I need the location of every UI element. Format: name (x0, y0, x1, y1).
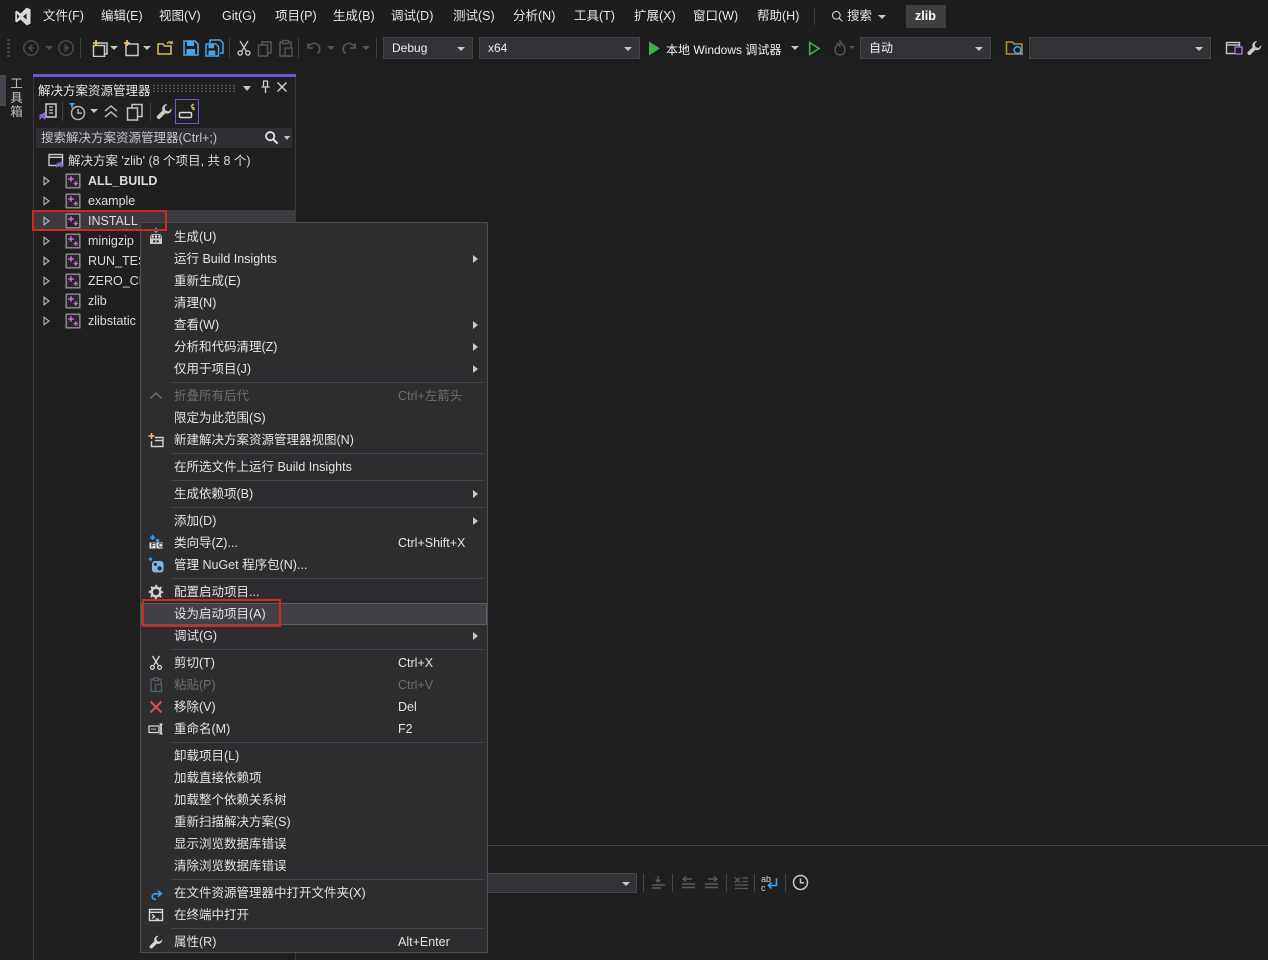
svg-text:C: C (158, 543, 163, 550)
svg-text:F: F (151, 543, 155, 550)
svg-text:c: c (761, 883, 766, 893)
